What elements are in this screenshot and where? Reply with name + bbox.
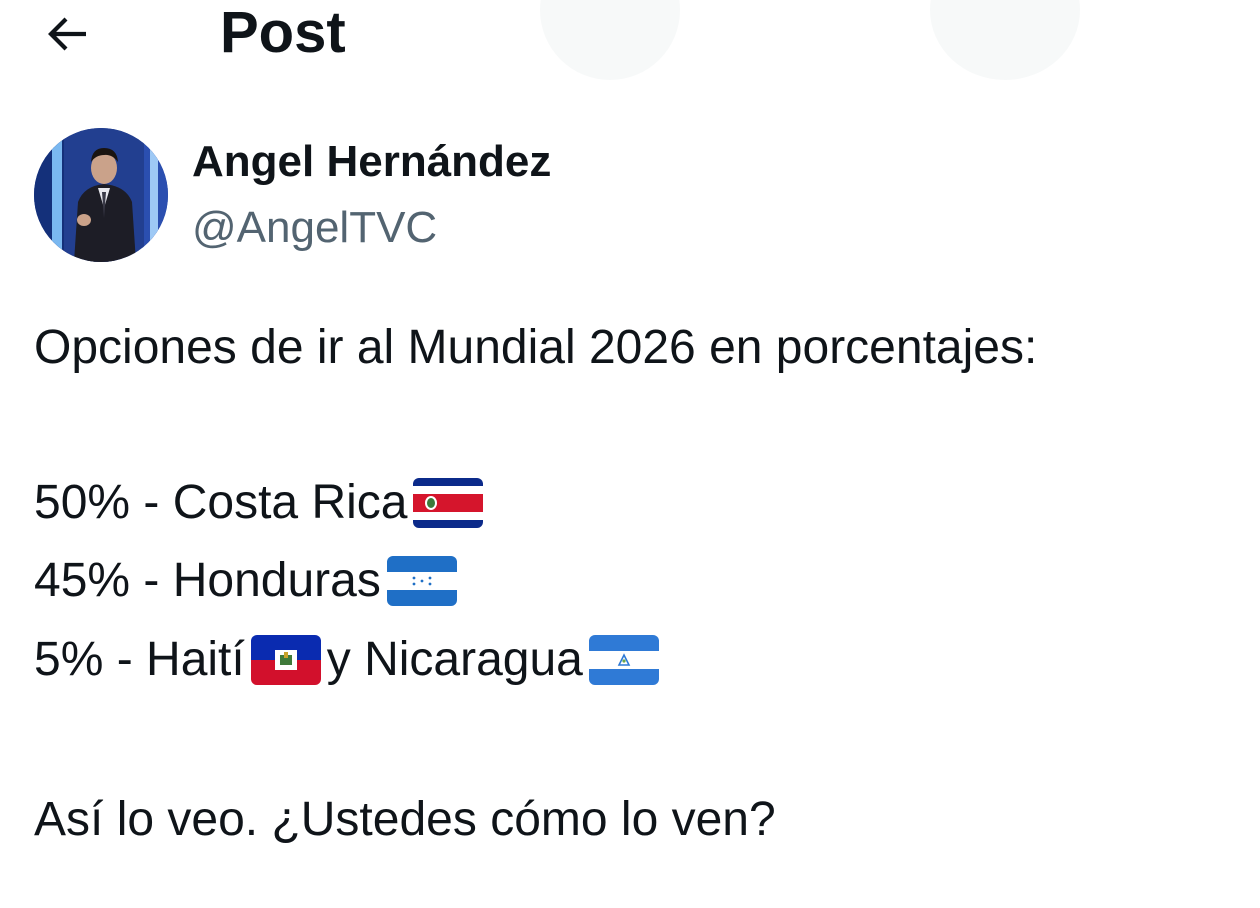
avatar-photo: [34, 128, 168, 262]
nicaragua-connector: y Nicaragua: [326, 633, 583, 686]
costa-rica-flag: [413, 478, 484, 528]
haiti-flag: [250, 635, 321, 685]
tweet-line: 45% - Honduras: [34, 551, 463, 611]
honduras-text: 45% - Honduras: [34, 554, 381, 607]
tweet-line: 50% - Costa Rica: [34, 473, 489, 533]
top-bar: Post: [0, 0, 1260, 80]
costa-rica-text: 50% - Costa Rica: [34, 476, 408, 529]
nicaragua-flag: [588, 635, 659, 685]
page-title: Post: [220, 0, 346, 65]
avatar[interactable]: [34, 128, 168, 262]
haiti-text: 5% - Haití: [34, 633, 245, 686]
arrow-left-icon: [48, 17, 86, 51]
author-handle[interactable]: @AngelTVC: [192, 202, 437, 254]
honduras-flag: [386, 556, 457, 606]
back-button[interactable]: [36, 8, 100, 60]
background-circle: [540, 0, 680, 80]
tweet-closing: Así lo veo. ¿Ustedes cómo lo ven?: [34, 793, 776, 846]
author-name[interactable]: Angel Hernández: [192, 136, 551, 188]
tweet-line: Así lo veo. ¿Ustedes cómo lo ven?: [34, 790, 776, 850]
tweet-intro: Opciones de ir al Mundial 2026 en porcen…: [34, 321, 1038, 374]
tweet-line: Opciones de ir al Mundial 2026 en porcen…: [34, 318, 1037, 378]
tweet-line: 5% - Haití y Nicaragua: [34, 630, 665, 690]
background-circle: [930, 0, 1080, 80]
